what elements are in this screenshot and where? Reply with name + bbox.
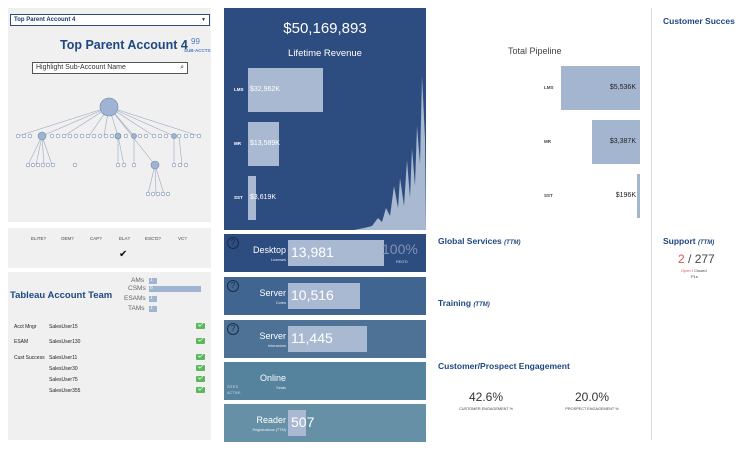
subaccts-label: SUB-ACCTS <box>184 48 211 53</box>
kpi-name: Reader <box>256 415 286 425</box>
pipeline-bar-value: $196K <box>615 192 636 199</box>
checkmark-icon: ✔ <box>119 249 128 260</box>
prospect-engagement-label: PROSPECT ENGAGEMENT % <box>565 407 619 411</box>
support-closed-count: 277 <box>694 252 715 266</box>
pipeline-bar[interactable] <box>637 174 640 218</box>
member-user: SalesUser11 <box>49 355 78 361</box>
pipeline-bar-value: $5,536K <box>609 84 636 91</box>
kpi-name: Desktop <box>252 245 286 255</box>
kpi-extra-value: 100% <box>382 241 418 257</box>
subaccount-search-input[interactable]: Highlight Sub-Account Name ⌕ <box>32 62 188 74</box>
kpi-name: Server <box>259 331 286 341</box>
pipeline-bar-category: SST <box>544 193 553 198</box>
kpi-name: Online <box>259 373 286 383</box>
engagement-title: Customer/Prospect Engagement <box>438 361 570 371</box>
flag-label: CAP? <box>90 236 102 241</box>
email-icon[interactable] <box>196 387 205 393</box>
account-team-title: Tableau Account Team <box>10 290 113 301</box>
total-pipeline-title: Total Pipeline <box>508 46 562 56</box>
kpi-value: 507 <box>291 414 315 430</box>
customer-engagement-label: CUSTOMER ENGAGEMENT % <box>458 407 514 411</box>
kpi-sub-label: Registrations (TTM) <box>252 428 286 432</box>
email-icon[interactable] <box>196 323 205 329</box>
role-bar: 6 <box>149 285 201 292</box>
account-select[interactable]: Top Parent Account 4 ▼ <box>10 14 210 26</box>
kpi-name: Server <box>259 288 286 298</box>
member-role: Cust Success <box>14 355 45 361</box>
email-icon[interactable] <box>196 365 205 371</box>
support-open-label: Open <box>681 268 691 273</box>
member-user: SalesUser75 <box>49 377 78 383</box>
role-label: CSMs <box>128 285 146 292</box>
account-hierarchy-tree[interactable] <box>14 90 214 210</box>
revenue-bar-category: LMS <box>234 87 244 92</box>
kpi-card[interactable]: Online Seats SITES ACTIVE <box>224 362 426 400</box>
search-icon: ⌕ <box>180 64 184 71</box>
kpi-value: 13,981 <box>291 244 334 260</box>
support-labels: Open / Closed <box>681 268 707 273</box>
email-icon[interactable] <box>196 376 205 382</box>
kpi-extra-label: REG'D <box>396 260 408 264</box>
search-placeholder: Highlight Sub-Account Name <box>36 64 126 71</box>
role-label: ESAMs <box>124 295 146 302</box>
support-title: Support (TTM) <box>663 236 715 246</box>
kpi-sub-label: Cores <box>275 301 286 305</box>
kpi-sub-label: Interactors <box>268 344 286 348</box>
global-services-title: Global Services (TTM) <box>438 236 521 246</box>
training-title: Training (TTM) <box>438 298 490 308</box>
flag-label: VC? <box>178 236 187 241</box>
customer-engagement-value: 42.6% <box>468 390 504 404</box>
flag-label: OEM? <box>61 236 74 241</box>
pipeline-bar-category: MR <box>544 139 551 144</box>
kpi-sub-label: Licenses <box>271 258 286 262</box>
pipeline-bar-category: LMS <box>544 85 554 90</box>
email-icon[interactable] <box>196 338 205 344</box>
account-flags-panel <box>8 228 211 268</box>
support-open-count: 2 <box>678 252 685 266</box>
column-divider <box>651 8 652 440</box>
kpi-value: 11,445 <box>291 330 333 346</box>
support-counts: 2 / 277 <box>678 252 715 266</box>
pipeline-bar-value: $3,387K <box>609 138 636 145</box>
revenue-bar-value: $32,962K <box>250 86 280 93</box>
chevron-down-icon: ▼ <box>201 17 206 23</box>
email-icon[interactable] <box>196 354 205 360</box>
role-bar: 1 <box>149 305 157 312</box>
role-bar: 1 <box>149 295 157 302</box>
kpi-side-label: SITES ACTIVE <box>227 385 241 395</box>
account-title: Top Parent Account 4 <box>60 38 188 52</box>
role-bar: 1 <box>149 277 157 284</box>
member-role: Acct Mngr <box>14 324 37 330</box>
support-separator: / <box>684 252 695 266</box>
kpi-card[interactable]: ? Server Cores 10,516 <box>224 277 426 315</box>
revenue-area-chart <box>354 76 426 230</box>
revenue-bar-category: MR <box>234 141 241 146</box>
revenue-bar-value: $3,619K <box>250 194 277 201</box>
flag-label: ESC'D? <box>145 236 161 241</box>
support-closed-label: / Closed <box>690 268 707 273</box>
role-label: AMs <box>131 277 144 284</box>
member-user: SalesUser130 <box>49 339 81 345</box>
support-p1s-label: P1s <box>691 274 698 279</box>
member-user: SalesUser355 <box>49 388 81 394</box>
customer-success-title: Customer Succes <box>663 16 735 26</box>
kpi-card[interactable]: Reader Registrations (TTM) 507 <box>224 404 426 442</box>
kpi-value: 10,516 <box>291 287 334 303</box>
flag-label: ELITE? <box>31 236 47 241</box>
kpi-card[interactable]: ? Desktop Licenses 13,981 100% REG'D <box>224 234 426 272</box>
kpi-card[interactable]: ? Server Interactors 11,445 <box>224 320 426 358</box>
account-select-value: Top Parent Account 4 <box>14 17 76 23</box>
role-label: TAMs <box>128 305 145 312</box>
flag-label: ELA? <box>119 236 131 241</box>
lifetime-revenue-label: Lifetime Revenue <box>288 48 362 59</box>
lifetime-revenue-value: $50,169,893 <box>283 20 367 37</box>
member-user: SalesUser30 <box>49 366 78 372</box>
member-role: ESAM <box>14 339 29 345</box>
subaccts-count: 99 <box>191 37 200 46</box>
revenue-bar-category: SST <box>234 195 243 200</box>
revenue-bar-value: $13,589K <box>250 140 280 147</box>
prospect-engagement-value: 20.0% <box>574 390 610 404</box>
member-user: SalesUser15 <box>49 324 78 330</box>
lifetime-revenue-panel: $50,169,893 Lifetime Revenue LMS $32,962K… <box>224 8 426 230</box>
